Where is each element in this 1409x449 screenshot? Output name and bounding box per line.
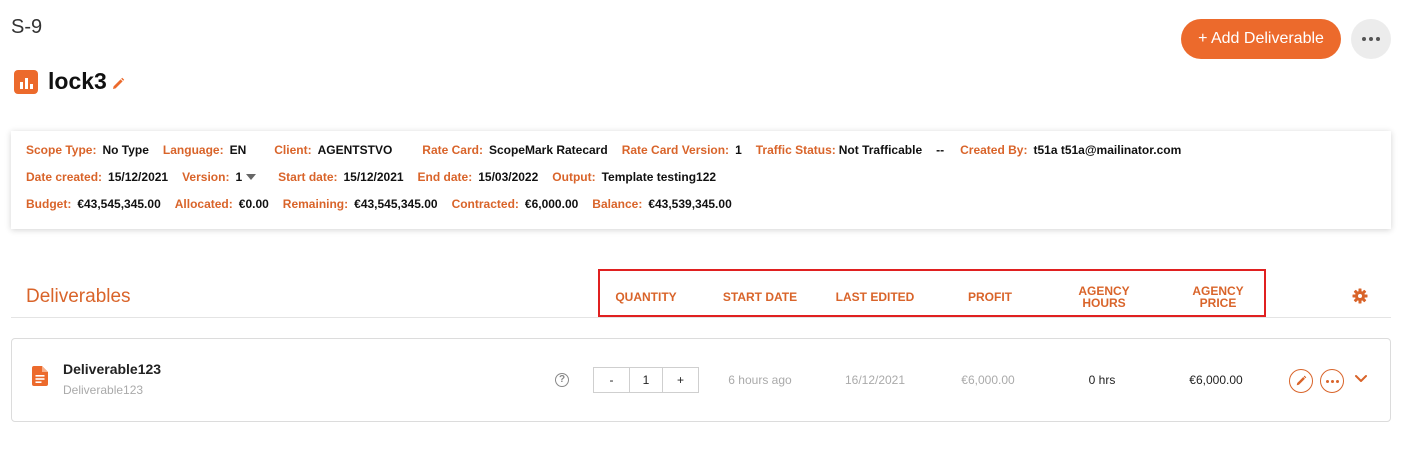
- version-select[interactable]: 1: [235, 170, 242, 184]
- deliverable-name[interactable]: Deliverable123: [63, 361, 161, 377]
- language-label: Language:: [162, 143, 224, 157]
- client-label: Client:: [274, 143, 312, 157]
- scope-type-label: Scope Type:: [26, 143, 97, 157]
- column-agency-price[interactable]: AGENCY PRICE: [1178, 285, 1258, 309]
- rate-card-version-label: Rate Card Version:: [621, 143, 730, 157]
- end-date-label: End date:: [417, 170, 473, 184]
- column-profit[interactable]: PROFIT: [950, 291, 1030, 303]
- cell-profit: €6,000.00: [961, 373, 1015, 387]
- pencil-icon: [1296, 375, 1307, 386]
- quantity-increment-button[interactable]: +: [663, 368, 698, 392]
- output-value: Template testing122: [601, 170, 717, 184]
- cell-start-date: 6 hours ago: [728, 373, 792, 387]
- traffic-status-label: Traffic Status:: [755, 143, 836, 157]
- allocated-value: €0.00: [238, 197, 269, 211]
- more-options-button[interactable]: [1351, 19, 1391, 59]
- deliverable-more-button[interactable]: [1320, 369, 1344, 393]
- more-dots-icon: [1362, 37, 1366, 41]
- deliverable-subtitle: Deliverable123: [63, 383, 144, 397]
- traffic-status-value: Not Trafficable: [838, 143, 923, 157]
- output-label: Output:: [552, 170, 596, 184]
- edit-title-icon[interactable]: [111, 77, 125, 91]
- rate-card-label: Rate Card:: [422, 143, 483, 157]
- table-header-divider: [11, 317, 1391, 318]
- page-title: lock3: [48, 68, 107, 94]
- column-quantity[interactable]: QUANTITY: [606, 291, 686, 303]
- created-by-label: Created By:: [960, 143, 1028, 157]
- start-date-value: 15/12/2021: [343, 170, 404, 184]
- page: S-9 lock3 + Add Deliverable Scope Type: N…: [0, 0, 1409, 449]
- remaining-value: €43,545,345.00: [354, 197, 438, 211]
- language-value: EN: [229, 143, 247, 157]
- column-agency-hours[interactable]: AGENCY HOURS: [1064, 285, 1144, 309]
- start-date-label: Start date:: [278, 170, 338, 184]
- version-value: 1: [235, 170, 243, 184]
- add-deliverable-button[interactable]: + Add Deliverable: [1181, 19, 1341, 59]
- remaining-label: Remaining:: [282, 197, 349, 211]
- version-dropdown-icon[interactable]: [246, 174, 257, 180]
- end-date-value: 15/03/2022: [478, 170, 539, 184]
- info-row-1: Scope Type: No Type Language: EN Client: AG…: [26, 143, 1195, 157]
- deliverables-section-title: Deliverables: [26, 286, 131, 307]
- quantity-input[interactable]: 1: [629, 368, 663, 392]
- budget-label: Budget:: [26, 197, 72, 211]
- edit-deliverable-button[interactable]: [1289, 369, 1313, 393]
- column-highlight-box: [598, 269, 1266, 317]
- rate-card-value: ScopeMark Ratecard: [488, 143, 608, 157]
- separator-text: --: [936, 143, 945, 157]
- date-created-value: 15/12/2021: [108, 170, 169, 184]
- document-icon: [32, 366, 48, 386]
- scope-info-card: Scope Type: No Type Language: EN Client: AG…: [11, 131, 1391, 229]
- page-id: S-9: [11, 16, 43, 38]
- gear-icon[interactable]: [1352, 288, 1368, 304]
- quantity-decrement-button[interactable]: -: [594, 368, 629, 392]
- allocated-label: Allocated:: [174, 197, 233, 211]
- rate-card-version-value: 1: [735, 143, 742, 157]
- column-agency-hours-line2: HOURS: [1082, 296, 1126, 310]
- title-row: lock3: [14, 68, 125, 95]
- column-start-date[interactable]: START DATE: [715, 291, 805, 303]
- scope-type-value: No Type: [102, 143, 149, 157]
- chevron-down-icon[interactable]: [1354, 374, 1368, 384]
- date-created-label: Date created:: [26, 170, 103, 184]
- column-agency-price-line2: PRICE: [1199, 296, 1237, 310]
- budget-value: €43,545,345.00: [77, 197, 161, 211]
- balance-value: €43,539,345.00: [648, 197, 732, 211]
- more-dots-icon: [1325, 379, 1329, 383]
- balance-label: Balance:: [592, 197, 643, 211]
- contracted-label: Contracted:: [451, 197, 519, 211]
- cell-agency-price: €6,000.00: [1189, 373, 1243, 387]
- client-value: AGENTSTVO: [317, 143, 393, 157]
- column-last-edited[interactable]: LAST EDITED: [825, 291, 925, 303]
- bar-chart-icon: [14, 69, 38, 94]
- version-label: Version:: [182, 170, 230, 184]
- help-icon[interactable]: ?: [555, 373, 569, 387]
- info-row-2: Date created: 15/12/2021 Version: 1 Start…: [26, 170, 730, 184]
- cell-agency-hours: 0 hrs: [1088, 373, 1116, 387]
- info-row-3: Budget: €43,545,345.00 Allocated: €0.00 Re…: [26, 197, 746, 211]
- cell-last-edited: 16/12/2021: [844, 373, 906, 387]
- created-by-value: t51a t51a@mailinator.com: [1033, 143, 1182, 157]
- quantity-stepper: - 1 +: [593, 367, 699, 393]
- contracted-value: €6,000.00: [524, 197, 579, 211]
